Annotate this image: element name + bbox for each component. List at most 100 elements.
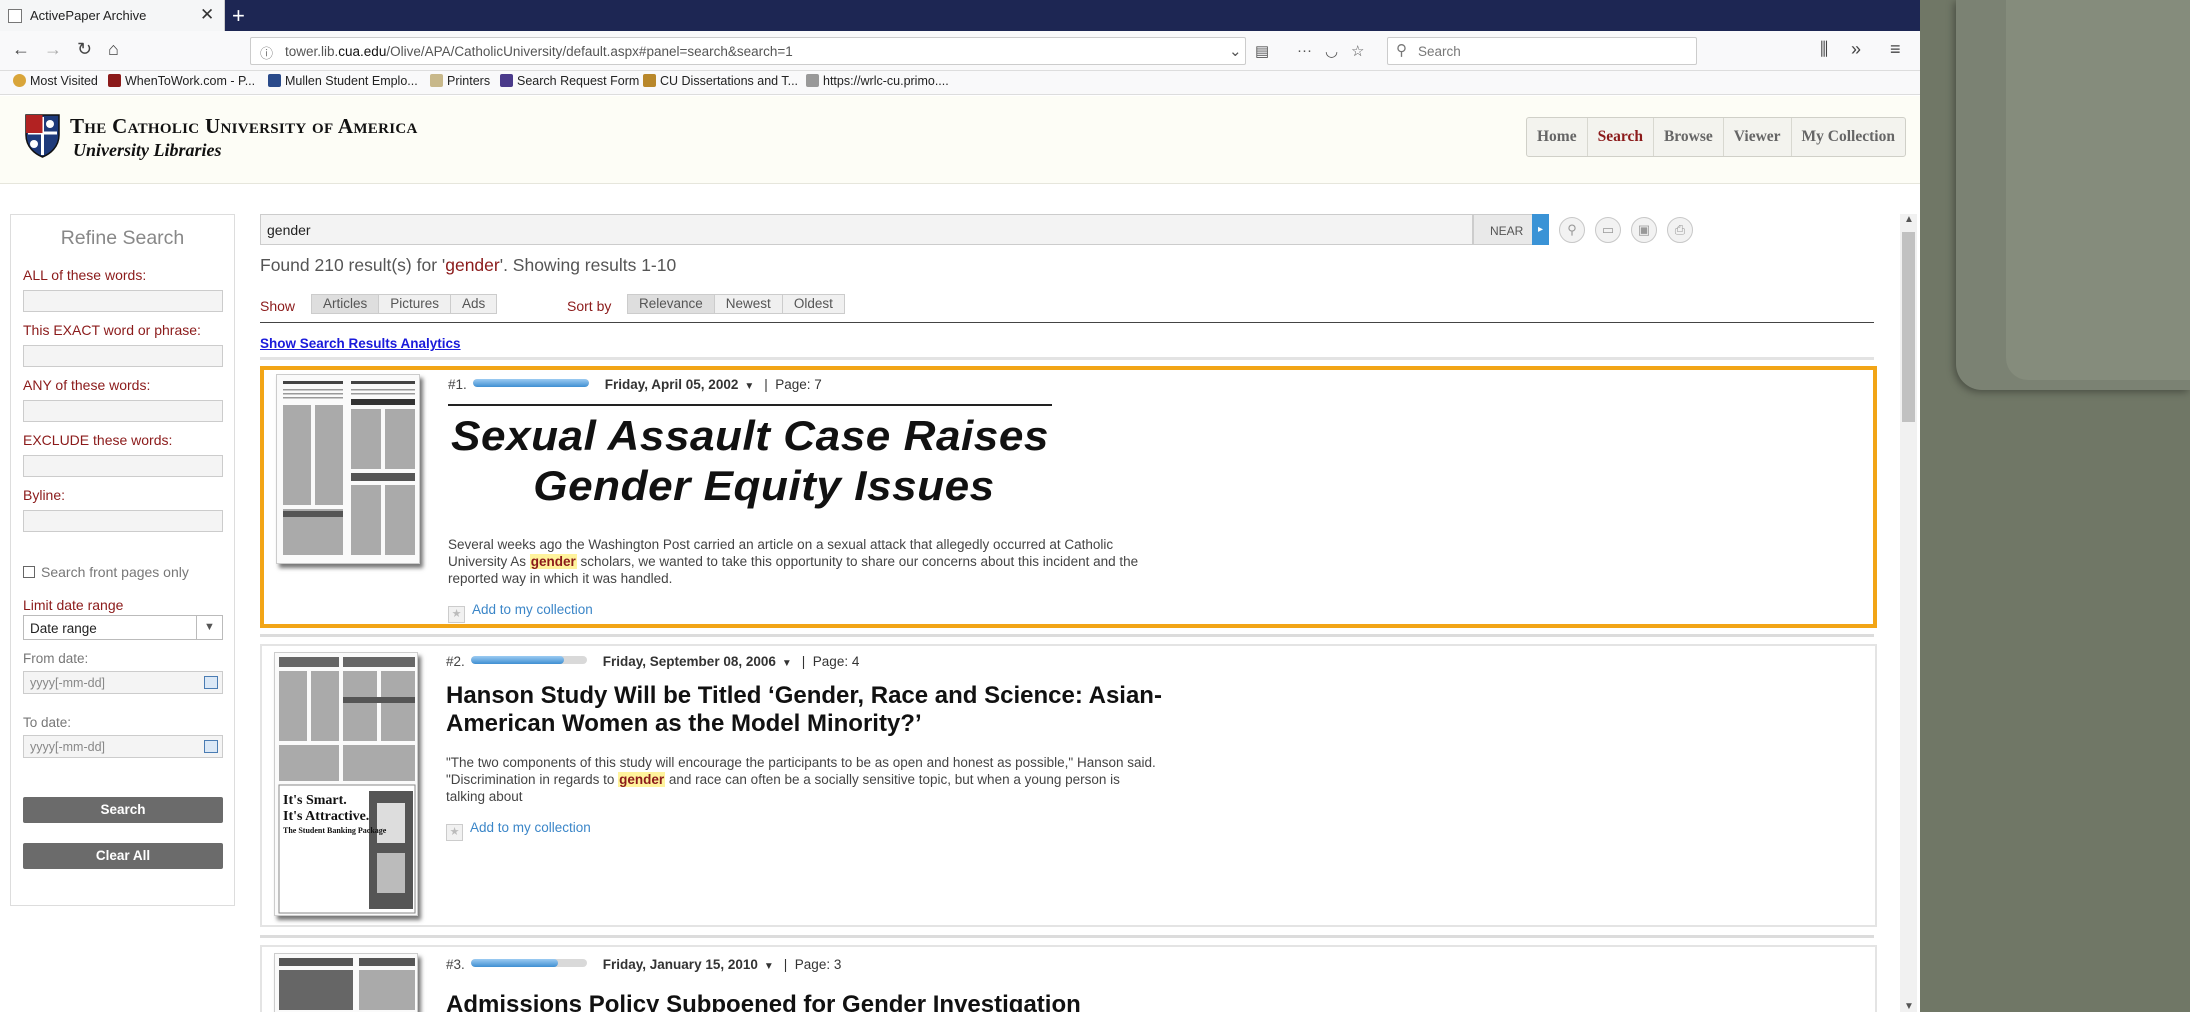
- vertical-scrollbar[interactable]: ▲ ▼: [1900, 214, 1917, 1012]
- page-actions-icon[interactable]: ···: [1297, 42, 1312, 59]
- chevron-down-icon[interactable]: ▼: [196, 616, 222, 639]
- search-icon[interactable]: ⚲: [1559, 217, 1585, 243]
- folder-open-icon[interactable]: ▭: [1595, 217, 1621, 243]
- bookmark-printers[interactable]: Printers: [430, 74, 490, 88]
- site-header: The Catholic University of America Unive…: [0, 96, 1920, 184]
- page-thumbnail[interactable]: It's Smart. It's Attractive. The Student…: [274, 652, 418, 916]
- reload-icon[interactable]: ↻: [77, 39, 92, 60]
- front-pages-option[interactable]: Search front pages only: [23, 564, 189, 580]
- save-icon[interactable]: ▣: [1631, 217, 1657, 243]
- scroll-down-icon[interactable]: ▼: [1904, 1001, 1914, 1012]
- result-number: #3.: [446, 957, 465, 972]
- nav-search[interactable]: Search: [1588, 118, 1654, 156]
- bookmark-cu-dissertations[interactable]: CU Dissertations and T...: [643, 74, 798, 88]
- front-pages-label: Search front pages only: [41, 564, 189, 580]
- university-crest-icon: [25, 114, 60, 158]
- new-tab-icon[interactable]: +: [232, 3, 245, 29]
- browser-search-box[interactable]: ⚲ Search: [1387, 37, 1697, 65]
- nav-browse[interactable]: Browse: [1654, 118, 1724, 156]
- result-headline[interactable]: Admissions Policy Subpoened for Gender I…: [446, 991, 1246, 1012]
- bookmark-star-icon[interactable]: ☆: [1351, 42, 1364, 60]
- filter-articles[interactable]: Articles: [312, 295, 380, 313]
- to-date-input[interactable]: yyyy[-mm-dd]: [23, 735, 223, 758]
- shield-icon: [643, 74, 656, 87]
- nav-my-collection[interactable]: My Collection: [1792, 118, 1905, 156]
- search-analytics-link[interactable]: Show Search Results Analytics: [260, 336, 461, 351]
- filter-pictures[interactable]: Pictures: [379, 295, 452, 313]
- filter-ads[interactable]: Ads: [451, 295, 496, 313]
- chevron-down-icon[interactable]: ▼: [744, 381, 754, 392]
- result-page: Page: 7: [775, 377, 822, 392]
- result-date[interactable]: Friday, September 08, 2006: [603, 654, 776, 669]
- sort-oldest[interactable]: Oldest: [783, 295, 844, 313]
- chevron-down-icon[interactable]: ▼: [782, 658, 792, 669]
- headline-clipping[interactable]: Sexual Assault Case Raises Gender Equity…: [448, 404, 1052, 518]
- reader-view-icon[interactable]: ▤: [1255, 42, 1269, 60]
- bookmark-search-request[interactable]: Search Request Form: [500, 74, 639, 88]
- result-headline[interactable]: Hanson Study Will be Titled ‘Gender, Rac…: [446, 682, 1186, 738]
- scrollbar-thumb[interactable]: [1902, 232, 1915, 422]
- forward-icon[interactable]: →: [44, 39, 62, 60]
- bookmark-wrlc-primo[interactable]: https://wrlc-cu.primo....: [806, 74, 949, 88]
- page-thumbnail[interactable]: [274, 953, 418, 1012]
- from-date-input[interactable]: yyyy[-mm-dd]: [23, 671, 223, 694]
- near-button[interactable]: NEAR: [1473, 214, 1534, 245]
- byline-input[interactable]: [23, 510, 223, 532]
- site-info-icon[interactable]: ⓘ: [260, 43, 273, 62]
- chevron-down-icon[interactable]: ▼: [764, 961, 774, 972]
- result-item[interactable]: #3. Friday, January 15, 2010 ▼ | Page: 3 Ad…: [260, 945, 1877, 1012]
- nav-home[interactable]: Home: [1527, 118, 1588, 156]
- link-icon: [806, 74, 819, 87]
- nav-viewer[interactable]: Viewer: [1724, 118, 1792, 156]
- back-icon[interactable]: ←: [12, 39, 30, 60]
- relevance-bar: [470, 959, 587, 967]
- add-to-collection-link[interactable]: ★ Add to my collection: [448, 602, 593, 623]
- close-tab-icon[interactable]: ✕: [200, 5, 214, 25]
- near-arrow-icon[interactable]: ▸: [1532, 214, 1549, 245]
- result-number: #2.: [446, 654, 465, 669]
- add-to-collection-link[interactable]: ★ Add to my collection: [446, 820, 591, 841]
- any-words-input[interactable]: [23, 400, 223, 422]
- thumbnail-ad-text: It's Smart. It's Attractive. The Student…: [283, 793, 387, 835]
- pocket-icon[interactable]: ◡: [1325, 42, 1338, 60]
- result-date[interactable]: Friday, April 05, 2002: [605, 377, 739, 392]
- home-icon[interactable]: ⌂: [108, 39, 119, 60]
- dropdown-chevron-icon[interactable]: ⌄: [1229, 42, 1242, 60]
- clear-all-button[interactable]: Clear All: [23, 843, 223, 869]
- overflow-chevron-icon[interactable]: »: [1851, 39, 1861, 60]
- print-icon[interactable]: ⎙: [1667, 217, 1693, 243]
- menu-hamburger-icon[interactable]: ≡: [1890, 39, 1901, 60]
- search-button[interactable]: Search: [23, 797, 223, 823]
- bookmark-most-visited[interactable]: Most Visited: [13, 74, 98, 88]
- tab-title: ActivePaper Archive: [30, 8, 147, 23]
- date-range-value: Date range: [30, 621, 97, 636]
- exclude-words-input[interactable]: [23, 455, 223, 477]
- sort-relevance[interactable]: Relevance: [628, 295, 715, 313]
- calendar-icon[interactable]: [204, 676, 218, 689]
- bookmark-mullen[interactable]: Mullen Student Emplo...: [268, 74, 418, 88]
- navigation-toolbar: ← → ↻ ⌂ ⓘ tower.lib.cua.edu/Olive/APA/Ca…: [0, 31, 1920, 71]
- desktop-window-inner: [2006, 0, 2190, 380]
- clipping-headline-line1: Sexual Assault Case Raises: [451, 412, 1049, 459]
- scroll-up-icon[interactable]: ▲: [1904, 214, 1914, 225]
- front-pages-checkbox[interactable]: [23, 566, 35, 578]
- site-title[interactable]: The Catholic University of America: [70, 114, 418, 139]
- date-range-select[interactable]: Date range ▼: [23, 615, 223, 640]
- all-words-input[interactable]: [23, 290, 223, 312]
- page-thumbnail[interactable]: [276, 374, 420, 564]
- result-item[interactable]: #1. Friday, April 05, 2002 ▼ | Page: 7 Sexu…: [260, 366, 1877, 628]
- sort-newest[interactable]: Newest: [715, 295, 783, 313]
- any-words-label: ANY of these words:: [23, 377, 151, 393]
- top-navigation: Home Search Browse Viewer My Collection: [1526, 117, 1906, 157]
- all-words-label: ALL of these words:: [23, 267, 147, 283]
- url-bar[interactable]: ⓘ tower.lib.cua.edu/Olive/APA/CatholicUn…: [250, 37, 1364, 65]
- query-input[interactable]: gender: [260, 214, 1473, 245]
- calendar-icon[interactable]: [204, 740, 218, 753]
- exact-phrase-input[interactable]: [23, 345, 223, 367]
- result-item[interactable]: It's Smart. It's Attractive. The Student…: [260, 644, 1877, 927]
- search-icon: ⚲: [1396, 42, 1407, 59]
- library-icon[interactable]: ⫼: [1820, 39, 1828, 60]
- bookmark-whentowork[interactable]: WhenToWork.com - P...: [108, 74, 255, 88]
- tab-activepaper[interactable]: ActivePaper Archive ✕: [0, 0, 225, 31]
- result-date[interactable]: Friday, January 15, 2010: [603, 957, 758, 972]
